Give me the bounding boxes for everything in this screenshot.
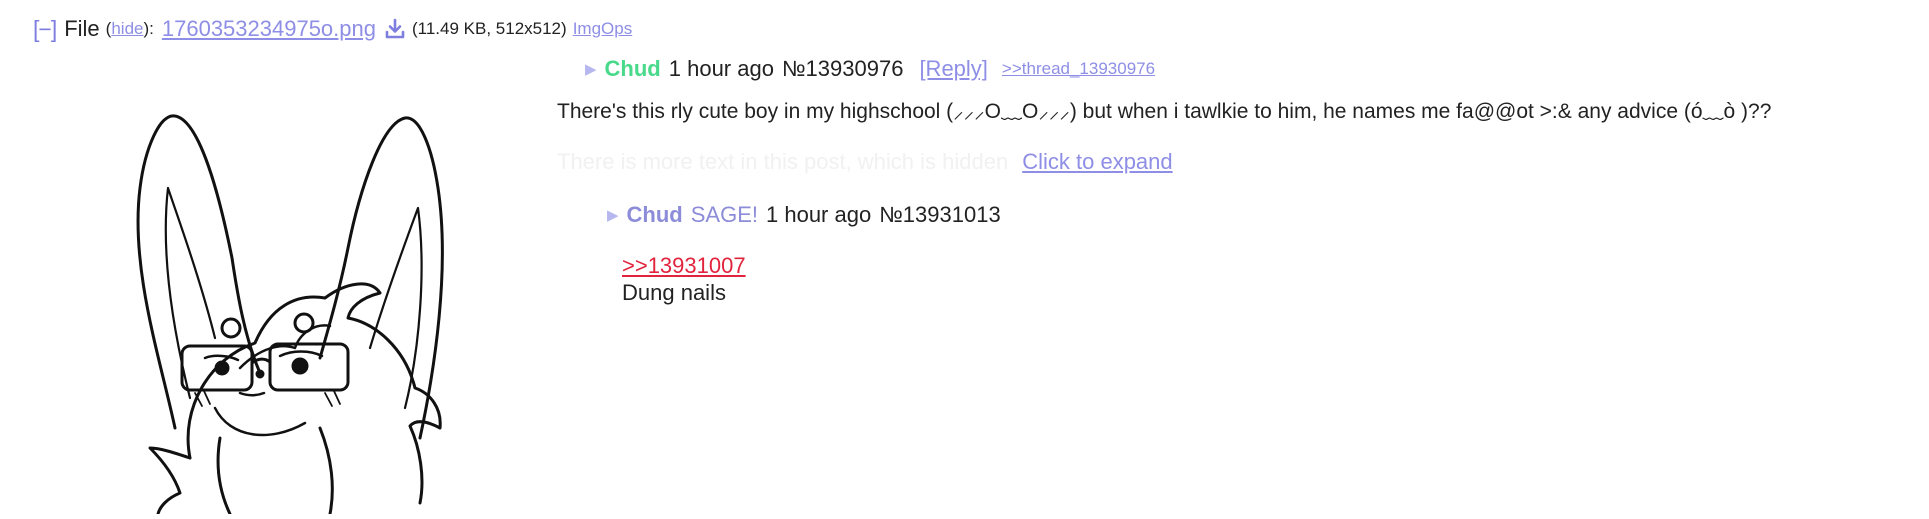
reply-post-header: ▶ Chud SAGE! 1 hour ago №13931013 [607, 199, 1017, 231]
post-time: 1 hour ago [668, 56, 774, 81]
op-post-header: ▶ Chud 1 hour ago №13930976 [Reply] >>th… [585, 53, 1155, 85]
reply-poster-name: Chud [626, 202, 683, 227]
expand-link[interactable]: Click to expand [1022, 149, 1172, 175]
expand-line: There is more text in this post, which i… [557, 146, 1173, 178]
hide-link[interactable]: hide [111, 19, 143, 39]
download-icon[interactable] [384, 18, 406, 40]
op-post-body: There's this rly cute boy in my highscho… [557, 100, 1772, 123]
imgops-link[interactable]: ImgOps [573, 19, 633, 39]
faded-preview-text: There is more text in this post, which i… [557, 149, 1009, 174]
reply-link[interactable]: [Reply] [919, 56, 987, 82]
reply-time: 1 hour ago [766, 202, 872, 227]
poster-name: Chud [604, 56, 661, 81]
post-thumbnail-image[interactable] [120, 108, 460, 516]
filename-link[interactable]: 1760353234975o.png [162, 16, 376, 42]
reply-post-body: Dung nails [622, 280, 726, 305]
post-number[interactable]: №13930976 [782, 56, 903, 82]
file-info-line: [−] File (hide): 1760353234975o.png (11.… [33, 14, 632, 44]
thread-link[interactable]: >>thread_13930976 [1002, 59, 1155, 79]
reply-menu-arrow-icon[interactable]: ▶ [607, 206, 619, 224]
hide-paren-close: ): [143, 19, 154, 38]
sage-label: SAGE! [690, 202, 758, 227]
post-menu-arrow-icon[interactable]: ▶ [585, 60, 597, 78]
file-meta: (11.49 KB, 512x512) [412, 19, 567, 38]
file-label: File [64, 16, 100, 41]
reply-number[interactable]: №13931013 [879, 202, 1000, 228]
collapse-button[interactable]: [−] [33, 16, 57, 43]
quote-link[interactable]: >>13931007 [622, 253, 746, 279]
